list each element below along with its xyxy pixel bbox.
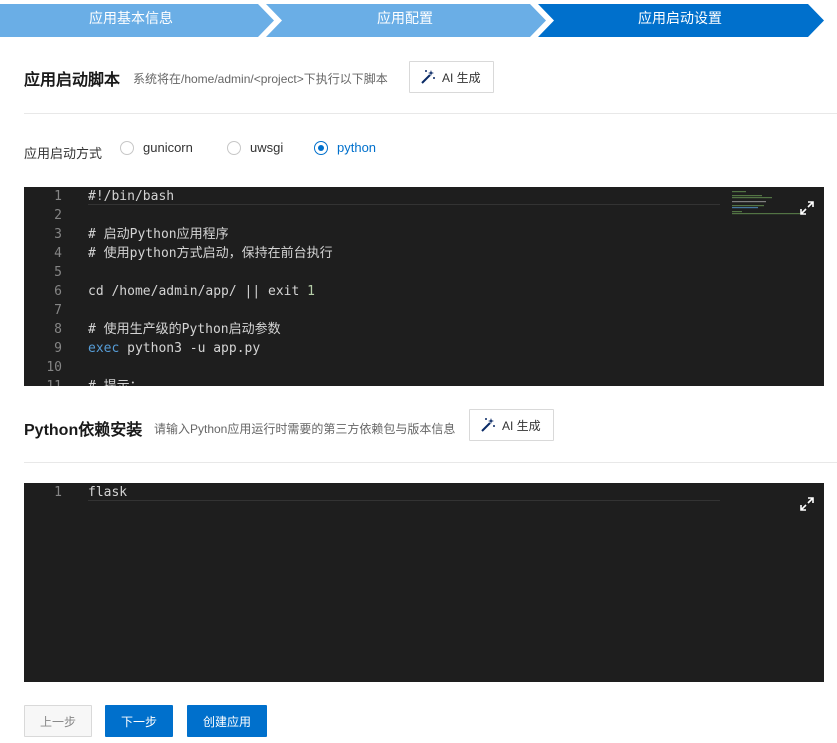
startup-script-title: 应用启动脚本 [24, 72, 121, 89]
magic-wand-icon [421, 70, 435, 84]
radio-gunicorn[interactable]: gunicorn [120, 140, 193, 155]
code-line: 9 exec python3 -u app.py [24, 339, 824, 358]
line-number: 7 [54, 303, 62, 318]
line-number: 1 [54, 485, 62, 500]
radio-uwsgi[interactable]: uwsgi [227, 140, 283, 155]
code-line: 5 [24, 263, 824, 282]
line-number: 8 [54, 322, 62, 337]
code-line: 1 flask [24, 483, 824, 502]
deps-title: Python依赖安装 [24, 422, 143, 439]
radio-circle [120, 140, 134, 155]
code-text-cd: cd /home/admin/app/ || exit 1 [88, 284, 315, 299]
divider [24, 462, 837, 463]
code-line: 1 #!/bin/bash [24, 187, 824, 206]
ai-generate-script-button[interactable]: AI 生成 [409, 61, 494, 93]
code-text: #!/bin/bash [88, 189, 175, 204]
magic-wand-icon [481, 418, 495, 432]
ai-generate-label: AI 生成 [442, 70, 481, 85]
line-number: 3 [54, 227, 62, 242]
code-line: 3 # 启动Python应用程序 [24, 225, 824, 244]
code-line: 2 [24, 206, 824, 225]
line-number: 5 [54, 265, 62, 280]
next-step-button[interactable]: 下一步 [105, 705, 173, 737]
line-number: 6 [54, 284, 62, 299]
radio-label-python: python [337, 140, 377, 155]
code-line: 8 # 使用生产级的Python启动参数 [24, 320, 824, 339]
step-3-label[interactable]: 应用启动设置 [545, 0, 815, 37]
ai-generate-label: AI 生成 [502, 418, 541, 433]
radio-circle [227, 140, 241, 155]
code-line: 4 # 使用python方式启动，保持在前台执行 [24, 244, 824, 263]
line-number: 10 [46, 360, 62, 375]
radio-label-gunicorn: gunicorn [143, 140, 193, 155]
radio-circle-checked [314, 140, 328, 155]
line-number: 1 [54, 189, 62, 204]
deps-hint: 请输入Python应用运行时需要的第三方依赖包与版本信息 [154, 422, 456, 436]
step-1-label[interactable]: 应用基本信息 [0, 0, 262, 37]
divider [24, 113, 837, 114]
code-text-exec: exec python3 -u app.py [88, 341, 261, 356]
radio-label-uwsgi: uwsgi [250, 140, 284, 155]
code-line: 11 # 提示： [24, 377, 824, 386]
step-2-label[interactable]: 应用配置 [270, 0, 540, 37]
line-number: 9 [54, 341, 62, 356]
line-number: 11 [24, 377, 62, 386]
deps-editor[interactable]: 1 flask [24, 483, 824, 682]
code-text: # 启动Python应用程序 [88, 227, 229, 242]
code-text: flask [88, 485, 128, 500]
line-number: 4 [54, 246, 62, 261]
create-app-button[interactable]: 创建应用 [187, 705, 267, 737]
code-text: # 使用生产级的Python启动参数 [88, 322, 281, 337]
code-line: 10 [24, 358, 824, 377]
startup-method-label: 应用启动方式 [24, 146, 103, 161]
radio-python[interactable]: python [314, 140, 376, 155]
ai-generate-deps-button[interactable]: AI 生成 [469, 409, 554, 441]
code-text: # 使用python方式启动，保持在前台执行 [88, 246, 333, 261]
line-number: 2 [54, 208, 62, 223]
startup-script-hint: 系统将在/home/admin/<project>下执行以下脚本 [133, 72, 388, 86]
code-line: 7 [24, 301, 824, 320]
code-text: # 提示： [88, 377, 143, 386]
prev-step-button[interactable]: 上一步 [24, 705, 92, 737]
steps-bar: 应用基本信息 应用配置 应用启动设置 [0, 0, 837, 37]
code-line: 6 cd /home/admin/app/ || exit 1 [24, 282, 824, 301]
startup-script-editor[interactable]: 1 #!/bin/bash 2 3 # 启动Python应用程序 4 # 使用pyth… [24, 187, 824, 386]
